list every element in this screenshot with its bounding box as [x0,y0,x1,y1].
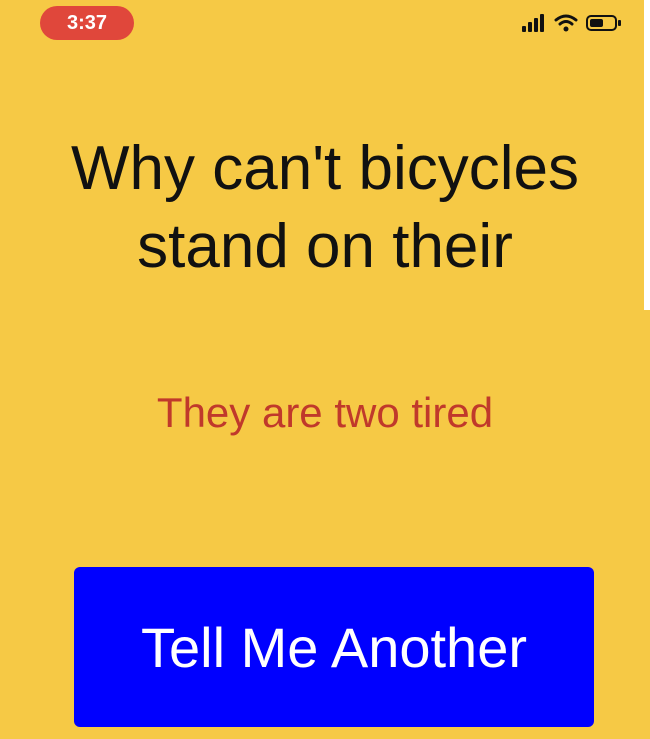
app-screen: 3:37 Why can't bicycles stand on their T… [0,0,650,739]
battery-icon [586,14,622,32]
status-time: 3:37 [40,6,134,40]
status-icons [522,12,622,34]
joke-answer: They are two tired [156,389,494,436]
signal-icon [522,14,546,32]
status-bar: 3:37 [0,0,650,46]
joke-question: Why can't bicycles stand on their [71,134,579,281]
tell-me-another-button[interactable]: Tell Me Another [74,567,594,727]
wifi-icon [554,14,578,32]
